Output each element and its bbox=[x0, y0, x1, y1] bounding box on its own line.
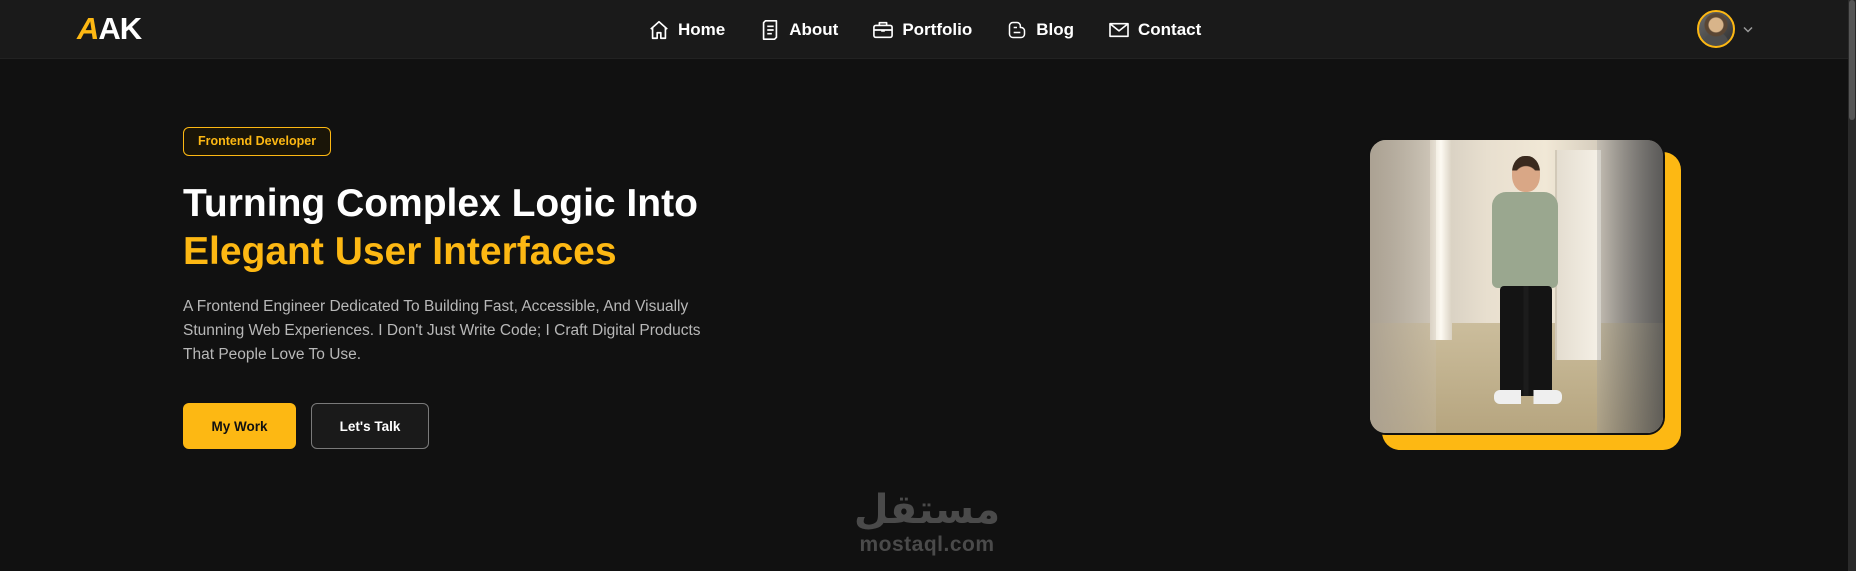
lets-talk-button[interactable]: Let's Talk bbox=[311, 403, 429, 449]
photo-person-shirt bbox=[1492, 192, 1558, 288]
page-scrollbar[interactable] bbox=[1848, 0, 1856, 571]
nav-item-label: Contact bbox=[1138, 19, 1202, 39]
site-logo[interactable]: AAK bbox=[77, 10, 142, 47]
watermark-arabic-text: مستقل bbox=[853, 487, 1001, 533]
nav-item-label: Home bbox=[678, 19, 726, 39]
photo-blur-right bbox=[1597, 140, 1663, 433]
profile-photo bbox=[1368, 138, 1665, 435]
nav-item-contact[interactable]: Contact bbox=[1108, 19, 1201, 41]
hero-description: A Frontend Engineer Dedicated To Buildin… bbox=[183, 298, 701, 363]
nav-item-portfolio[interactable]: Portfolio bbox=[872, 19, 972, 41]
blogger-icon bbox=[1006, 19, 1028, 41]
scrollbar-thumb[interactable] bbox=[1849, 0, 1855, 120]
logo-accent-letter: A bbox=[77, 11, 99, 46]
profile-menu[interactable] bbox=[1697, 10, 1753, 48]
photo-blur-left bbox=[1370, 140, 1436, 433]
nav-item-blog[interactable]: Blog bbox=[1006, 19, 1074, 41]
mostaql-watermark: مستقل mostaql.com bbox=[852, 487, 1002, 557]
hero-title-line-1: Turning Complex Logic Into bbox=[183, 182, 698, 225]
document-icon bbox=[759, 19, 781, 41]
role-badge: Frontend Developer bbox=[183, 127, 332, 156]
my-work-button[interactable]: My Work bbox=[183, 403, 296, 449]
briefcase-icon bbox=[872, 19, 894, 41]
logo-text: AK bbox=[98, 11, 142, 46]
photo-person-head bbox=[1512, 156, 1540, 192]
nav-item-home[interactable]: Home bbox=[648, 19, 725, 41]
nav-item-label: About bbox=[789, 19, 839, 39]
nav-item-label: Blog bbox=[1036, 19, 1074, 39]
hero-title: Turning Complex Logic Into Elegant User … bbox=[183, 180, 698, 276]
top-navbar: AAK Home About Portfolio Blog Contact bbox=[0, 0, 1856, 59]
avatar[interactable] bbox=[1697, 10, 1735, 48]
photo-person-legs bbox=[1500, 286, 1552, 396]
hero-title-line-2: Elegant User Interfaces bbox=[183, 230, 617, 273]
photo-door bbox=[1555, 150, 1601, 360]
nav-menu: Home About Portfolio Blog Contact bbox=[648, 0, 1201, 59]
nav-item-label: Portfolio bbox=[902, 19, 973, 39]
mail-icon bbox=[1108, 19, 1130, 41]
watermark-latin-text: mostaql.com bbox=[859, 533, 995, 556]
nav-item-about[interactable]: About bbox=[759, 19, 838, 41]
chevron-down-icon[interactable] bbox=[1743, 20, 1753, 38]
photo-person-shoes bbox=[1494, 390, 1562, 404]
home-icon bbox=[648, 19, 670, 41]
